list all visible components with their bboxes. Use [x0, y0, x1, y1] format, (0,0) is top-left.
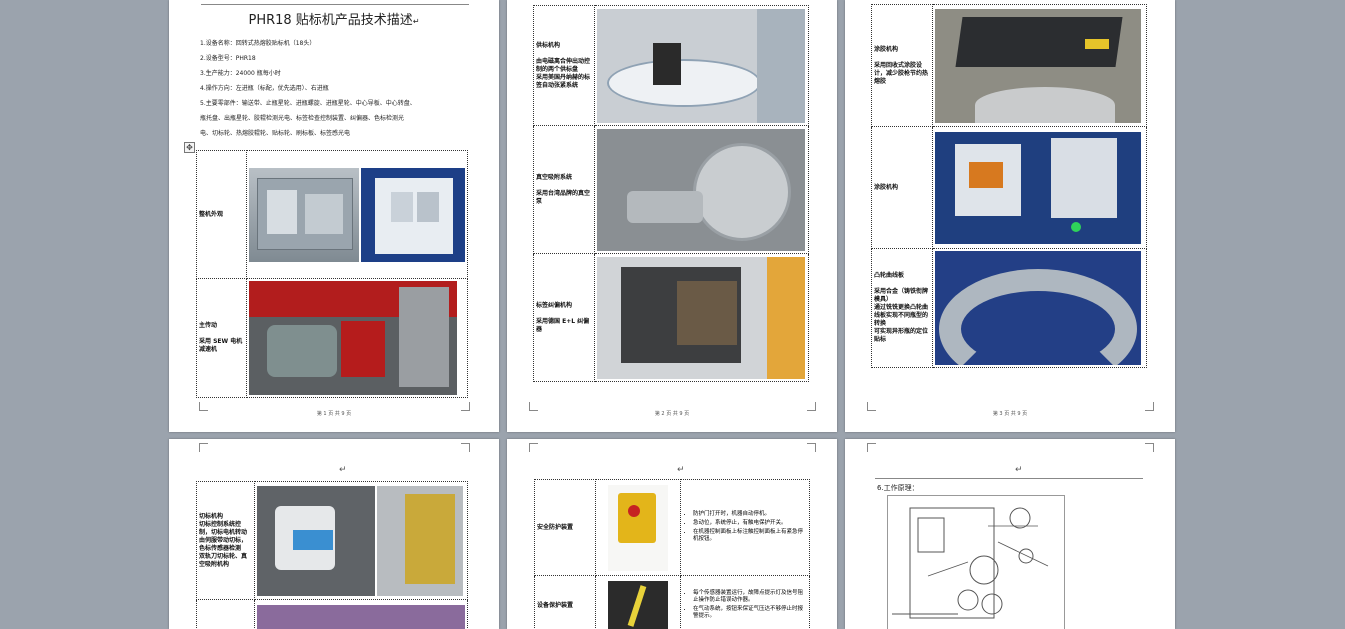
spec-list: 1.设备名称：回转式热熔胶贴标机（18头） 2.设备型号：PHR18 3.生产能…: [200, 36, 470, 141]
list-item: 在气动系统，按钮来保证气压达不够停止时报警提示。: [693, 606, 807, 620]
feature-table: 供标机构 由电磁离合伸出动控制的两个供标盘 采用美国丹纳赫的标签自动张紧系统 真…: [533, 5, 809, 382]
paragraph-mark: ↵: [339, 465, 347, 475]
row-label: 涂胶机构: [874, 184, 930, 192]
page-title: PHR18 贴标机产品技术描述↵: [169, 9, 499, 28]
spec-line: 电、切标轮、热熔胶辊轮、贴标轮、刷标板、标签感光电: [200, 126, 470, 141]
page-number: 第 1 页 共 9 页: [169, 410, 499, 417]
row-label: 主传动 采用 SEW 电机减速机: [199, 322, 244, 354]
label-guide-photo: [597, 257, 805, 379]
spec-line: 2.设备型号：PHR18: [200, 51, 470, 66]
vacuum-pump-photo: [597, 129, 805, 251]
row-label: 凸轮曲线板 采用合金（铸铁衔牌模具） 通过铣铣更换凸轮曲线板实现不同瓶型的转换 …: [874, 272, 930, 344]
row-label: 涂胶机构 采用回收式涂胶设计，减少胶枪节约热熔胶: [874, 46, 930, 86]
spec-line: 3.生产能力：24000 瓶每小时: [200, 66, 470, 81]
document-page-4: ↵ 切标机构 切标控制系统控制，切标电机转动由伺服带动切标，色标传感器检测 双轨…: [169, 439, 499, 629]
next-row-photo: [257, 605, 465, 629]
section-heading: 6.工作原理：: [877, 483, 919, 493]
feature-table: 切标机构 切标控制系统控制，切标电机转动由伺服带动切标，色标传感器检测 双轨刀切…: [196, 481, 468, 629]
working-principle-diagram: [887, 495, 1065, 629]
page-number: 第 3 页 共 9 页: [845, 410, 1175, 417]
document-page-6: ↵ 6.工作原理：: [845, 439, 1175, 629]
spec-line: 瓶托盘、出瓶星轮、胶辊检测光电、标签检查控制装置、纠偏器、色标检测光: [200, 111, 470, 126]
safety-bullets: 防护门打开时，机器自动停机。 急动位，系统停止，有触电保护开关。 在机器控制面板…: [683, 511, 807, 543]
spec-line: 4.操作方向：左进瓶（标配，优先选用）、右进瓶: [200, 81, 470, 96]
protection-bullets: 每个传感器装置运行，故障点提示灯及信号阻止操作防止错误动作器。 在气动系统，按钮…: [683, 590, 807, 620]
safety-switch-photo: [608, 485, 668, 571]
paragraph-mark: ↵: [677, 465, 685, 475]
feature-table: 整机外观 主传动 采用 SEW 电机减速机: [196, 150, 468, 398]
document-page-5: ↵ 安全防护装置 防护门打开时，机器自动停机。 急动位，系统停止，有触电保护开关…: [507, 439, 837, 629]
list-item: 急动位，系统停止，有触电保护开关。: [693, 520, 807, 527]
list-item: 防护门打开时，机器自动停机。: [693, 511, 807, 518]
page-number: 第 2 页 共 9 页: [507, 410, 837, 417]
spec-line: 5.主要零部件：输送带、止瓶星轮、进瓶螺旋、进瓶星轮、中心导板、中心转盘、: [200, 96, 470, 111]
machine-render-photo: [361, 168, 465, 262]
cutting-detail-photo: [377, 486, 463, 596]
list-item: 在机器控制面板上标注触控制面板上有紧急停机按钮。: [693, 529, 807, 543]
row-label: 安全防护装置: [537, 524, 593, 532]
cutting-unit-photo: [257, 486, 375, 596]
row-label: 切标机构 切标控制系统控制，切标电机转动由伺服带动切标，色标传感器检测 双轨刀切…: [199, 513, 252, 569]
feature-table: 涂胶机构 采用回收式涂胶设计，减少胶枪节约热熔胶 涂胶机构: [871, 4, 1147, 368]
document-page-3: 涂胶机构 采用回收式涂胶设计，减少胶枪节约热熔胶 涂胶机构: [845, 0, 1175, 432]
gluing-render-photo: [935, 132, 1141, 244]
schematic-drawing: [888, 496, 1064, 629]
paragraph-mark: ↵: [1015, 465, 1023, 475]
cam-plate-photo: [935, 251, 1141, 365]
spec-line: 1.设备名称：回转式热熔胶贴标机（18头）: [200, 36, 470, 51]
document-page-2: 供标机构 由电磁离合伸出动控制的两个供标盘 采用美国丹纳赫的标签自动张紧系统 真…: [507, 0, 837, 432]
safety-table: 安全防护装置 防护门打开时，机器自动停机。 急动位，系统停止，有触电保护开关。 …: [534, 479, 810, 629]
gluing-unit-photo: [935, 9, 1141, 123]
row-label: 设备保护装置: [537, 602, 593, 610]
machine-exterior-photo: [249, 168, 359, 262]
row-label: 供标机构 由电磁离合伸出动控制的两个供标盘 采用美国丹纳赫的标签自动张紧系统: [536, 42, 592, 90]
row-label: 标签纠偏机构 采用德国 E+L 纠偏器: [536, 302, 592, 334]
document-page-1: PHR18 贴标机产品技术描述↵ 1.设备名称：回转式热熔胶贴标机（18头） 2…: [169, 0, 499, 432]
row-label: 真空吸附系统 采用台湾品牌的真空泵: [536, 174, 592, 206]
list-item: 每个传感器装置运行，故障点提示灯及信号阻止操作防止错误动作器。: [693, 590, 807, 604]
label-supply-photo: [597, 9, 805, 123]
main-drive-photo: [249, 281, 457, 395]
row-label: 整机外观: [199, 211, 244, 219]
sensor-photo: [608, 581, 668, 629]
header-rule: [201, 4, 469, 5]
table-move-handle-icon[interactable]: ✥: [184, 142, 195, 153]
